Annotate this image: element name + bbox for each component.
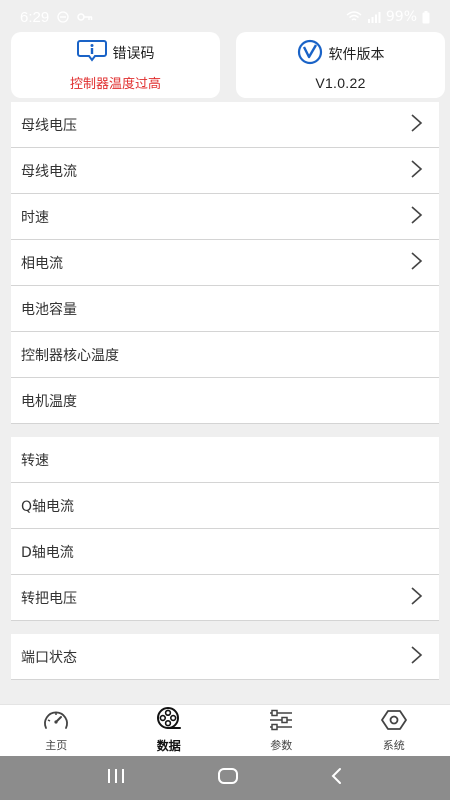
error-code-value: 控制器温度过高 bbox=[69, 76, 161, 92]
data-list-group-2: 转速 Q轴电流 D轴电流 转把电压 bbox=[11, 437, 439, 621]
data-list-group-3: 端口状态 bbox=[11, 634, 439, 680]
software-version-value: V1.0.22 bbox=[315, 75, 366, 91]
list-item-label: 转把电压 bbox=[21, 590, 77, 607]
list-item-controller-core-temp[interactable]: 控制器核心温度 bbox=[11, 332, 439, 378]
list-item-battery-capacity[interactable]: 电池容量 bbox=[11, 286, 439, 332]
bottom-nav: 主页 数据 参数 系统 bbox=[0, 704, 450, 756]
chevron-right-icon bbox=[409, 205, 423, 229]
wifi-icon bbox=[346, 11, 362, 23]
version-logo-icon bbox=[297, 39, 323, 69]
recent-apps-icon[interactable] bbox=[106, 768, 126, 788]
list-item-rpm[interactable]: 转速 bbox=[11, 437, 439, 483]
list-item-label: Q轴电流 bbox=[21, 498, 75, 515]
home-button-icon[interactable] bbox=[217, 767, 239, 789]
data-list-group-1: 母线电压 母线电流 时速 相电流 电池容量 控制器核心温度 电机温度 bbox=[11, 102, 439, 424]
software-version-title: 软件版本 bbox=[328, 47, 385, 63]
list-item-label: 母线电流 bbox=[21, 163, 77, 180]
list-item-bus-current[interactable]: 母线电流 bbox=[11, 148, 439, 194]
error-code-card[interactable]: 错误码 控制器温度过高 bbox=[11, 32, 220, 98]
info-cards: 错误码 控制器温度过高 软件版本 V1.0.22 bbox=[11, 32, 445, 98]
list-item-label: 端口状态 bbox=[21, 649, 77, 666]
chevron-right-icon bbox=[409, 251, 423, 275]
list-item-speed[interactable]: 时速 bbox=[11, 194, 439, 240]
hexagon-nut-icon bbox=[380, 709, 408, 735]
nav-tab-data[interactable]: 数据 bbox=[113, 707, 225, 754]
list-item-label: 相电流 bbox=[21, 255, 63, 272]
list-item-label: 电池容量 bbox=[21, 301, 77, 318]
list-item-label: 转速 bbox=[21, 452, 49, 469]
list-item-q-axis-current[interactable]: Q轴电流 bbox=[11, 483, 439, 529]
nav-label: 主页 bbox=[45, 738, 68, 752]
list-item-label: D轴电流 bbox=[21, 544, 74, 561]
battery-percent: 99% bbox=[385, 9, 417, 25]
chevron-right-icon bbox=[409, 645, 423, 669]
status-time: 6:29 bbox=[20, 8, 50, 26]
chevron-right-icon bbox=[409, 113, 423, 137]
list-item-throttle-voltage[interactable]: 转把电压 bbox=[11, 575, 439, 621]
list-item-bus-voltage[interactable]: 母线电压 bbox=[11, 102, 439, 148]
nav-tab-params[interactable]: 参数 bbox=[225, 709, 337, 753]
list-item-label: 母线电压 bbox=[21, 117, 77, 134]
info-speech-bubble-icon bbox=[76, 39, 107, 67]
chevron-right-icon bbox=[409, 586, 423, 610]
error-code-title: 错误码 bbox=[112, 45, 155, 62]
list-item-phase-current[interactable]: 相电流 bbox=[11, 240, 439, 286]
list-item-motor-temp[interactable]: 电机温度 bbox=[11, 378, 439, 424]
speedometer-icon bbox=[42, 709, 70, 735]
film-reel-icon bbox=[156, 707, 182, 735]
back-icon[interactable] bbox=[330, 767, 344, 789]
key-icon bbox=[77, 12, 93, 22]
list-item-label: 电机温度 bbox=[21, 393, 77, 410]
software-version-card[interactable]: 软件版本 V1.0.22 bbox=[236, 32, 445, 98]
list-item-label: 控制器核心温度 bbox=[21, 347, 119, 364]
status-bar: 6:29 99% bbox=[0, 0, 450, 34]
chevron-right-icon bbox=[409, 159, 423, 183]
nav-label: 系统 bbox=[382, 738, 405, 752]
list-item-port-status[interactable]: 端口状态 bbox=[11, 634, 439, 680]
nav-label: 数据 bbox=[156, 739, 181, 753]
nav-label: 参数 bbox=[270, 738, 293, 752]
system-nav-bar bbox=[0, 756, 450, 800]
signal-icon bbox=[367, 11, 381, 23]
nav-tab-system[interactable]: 系统 bbox=[338, 709, 450, 753]
list-item-d-axis-current[interactable]: D轴电流 bbox=[11, 529, 439, 575]
minus-circle-icon bbox=[57, 11, 69, 23]
battery-icon bbox=[422, 10, 430, 24]
list-item-label: 时速 bbox=[21, 209, 49, 226]
sliders-icon bbox=[268, 709, 294, 735]
nav-tab-home[interactable]: 主页 bbox=[0, 709, 112, 753]
